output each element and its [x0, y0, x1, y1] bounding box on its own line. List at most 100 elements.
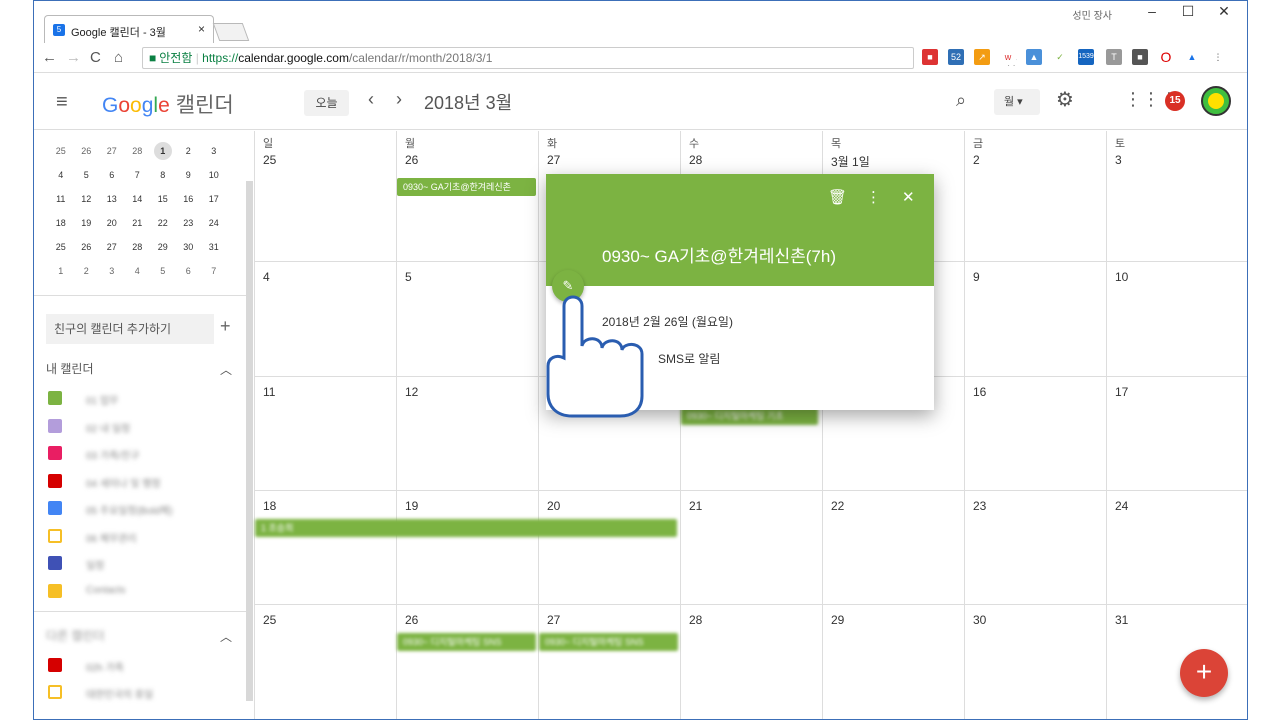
- prev-month-icon[interactable]: ‹: [368, 89, 374, 110]
- add-friend-calendar-input[interactable]: 친구의 캘린더 추가하기: [46, 314, 214, 344]
- day-number[interactable]: 27: [547, 153, 560, 167]
- day-cell[interactable]: 토3: [1106, 131, 1247, 262]
- home-icon[interactable]: ⌂: [114, 49, 123, 66]
- day-number[interactable]: 28: [689, 153, 702, 167]
- my-calendars-header[interactable]: 내 캘린더: [46, 360, 94, 377]
- mini-calendar-day[interactable]: 1: [48, 266, 74, 276]
- mini-calendar-day[interactable]: 11: [48, 194, 74, 204]
- mini-calendar-day[interactable]: 15: [150, 194, 176, 204]
- day-number[interactable]: 27: [547, 613, 560, 627]
- mini-calendar-day[interactable]: 16: [176, 194, 202, 204]
- day-cell[interactable]: 10: [1106, 262, 1247, 377]
- day-number[interactable]: 4: [263, 270, 270, 284]
- day-number[interactable]: 20: [547, 499, 560, 513]
- day-number[interactable]: 2: [973, 153, 980, 167]
- day-cell[interactable]: 9: [964, 262, 1106, 377]
- day-number[interactable]: 22: [831, 499, 844, 513]
- day-cell[interactable]: 30: [964, 605, 1106, 719]
- day-number[interactable]: 23: [973, 499, 986, 513]
- menu-icon[interactable]: ≡: [56, 91, 68, 114]
- day-number[interactable]: 29: [831, 613, 844, 627]
- extension-icon[interactable]: ↗: [974, 49, 990, 65]
- other-calendars-header[interactable]: 다른 캘린더: [46, 627, 105, 644]
- calendar-checkbox[interactable]: [48, 528, 62, 543]
- mini-calendar-day[interactable]: 10: [201, 170, 227, 180]
- day-number[interactable]: 9: [973, 270, 980, 284]
- day-cell[interactable]: 16: [964, 377, 1106, 491]
- day-cell[interactable]: 18: [254, 491, 396, 605]
- day-cell[interactable]: 20: [538, 491, 680, 605]
- mini-calendar-day[interactable]: 24: [201, 218, 227, 228]
- new-tab-button[interactable]: [212, 23, 250, 41]
- mini-calendar-day[interactable]: 28: [125, 242, 151, 252]
- day-cell[interactable]: 금2: [964, 131, 1106, 262]
- mini-calendar-day[interactable]: 5: [150, 266, 176, 276]
- day-cell[interactable]: 21: [680, 491, 822, 605]
- day-cell[interactable]: 4: [254, 262, 396, 377]
- day-cell[interactable]: 19: [396, 491, 538, 605]
- day-cell[interactable]: 26: [396, 605, 538, 719]
- day-number[interactable]: 3: [1115, 153, 1122, 167]
- mini-calendar-day[interactable]: 26: [74, 146, 100, 156]
- event-chip[interactable]: 0930~ GA기초@한겨레신촌: [397, 178, 536, 196]
- close-icon[interactable]: ✕: [902, 188, 915, 206]
- mini-calendar-day[interactable]: 19: [74, 218, 100, 228]
- event-chip[interactable]: 1 조승희: [255, 519, 677, 537]
- day-cell[interactable]: 11: [254, 377, 396, 491]
- create-event-button[interactable]: +: [1180, 649, 1228, 697]
- mini-calendar-day[interactable]: 17: [201, 194, 227, 204]
- add-calendar-plus-icon[interactable]: +: [220, 316, 231, 337]
- day-number[interactable]: 12: [405, 385, 418, 399]
- mini-calendar-day[interactable]: 20: [99, 218, 125, 228]
- day-cell[interactable]: 25: [254, 605, 396, 719]
- day-cell[interactable]: 28: [680, 605, 822, 719]
- mini-calendar-day[interactable]: 29: [150, 242, 176, 252]
- mini-calendar-day[interactable]: 25: [48, 242, 74, 252]
- next-month-icon[interactable]: ›: [396, 89, 402, 110]
- mini-calendar-day[interactable]: 12: [74, 194, 100, 204]
- day-cell[interactable]: 17: [1106, 377, 1247, 491]
- notification-badge[interactable]: 15: [1165, 91, 1185, 111]
- today-button[interactable]: 오늘: [304, 90, 349, 116]
- day-number[interactable]: 28: [689, 613, 702, 627]
- day-cell[interactable]: 일 25: [254, 131, 396, 262]
- day-number[interactable]: 10: [1115, 270, 1128, 284]
- sidebar-scrollbar[interactable]: [246, 181, 253, 701]
- mini-calendar-day[interactable]: 27: [99, 242, 125, 252]
- forward-icon[interactable]: →: [66, 49, 81, 66]
- search-icon[interactable]: ⌕: [956, 90, 966, 111]
- gear-icon[interactable]: ⚙: [1056, 87, 1074, 112]
- day-cell[interactable]: 월 26: [396, 131, 538, 262]
- day-number[interactable]: 5: [405, 270, 412, 284]
- mini-calendar-day[interactable]: 23: [176, 218, 202, 228]
- calendar-checkbox[interactable]: [48, 446, 62, 460]
- mini-calendar-day[interactable]: 14: [125, 194, 151, 204]
- mini-calendar-day[interactable]: 5: [74, 170, 100, 180]
- avatar[interactable]: [1201, 86, 1231, 116]
- mini-calendar-day[interactable]: 25: [48, 146, 74, 156]
- tab-close-icon[interactable]: ×: [198, 22, 205, 36]
- day-cell[interactable]: 5: [396, 262, 538, 377]
- minimize-button[interactable]: –: [1137, 3, 1167, 19]
- mini-calendar-day[interactable]: 21: [125, 218, 151, 228]
- menu-dots-icon[interactable]: ⋮: [1210, 49, 1226, 65]
- day-cell[interactable]: 12: [396, 377, 538, 491]
- mini-calendar-day[interactable]: 27: [99, 146, 125, 156]
- mini-calendar-day[interactable]: 4: [48, 170, 74, 180]
- mini-calendar-day[interactable]: 1: [153, 142, 172, 160]
- mini-calendar-day[interactable]: 2: [176, 146, 202, 156]
- day-number[interactable]: 11: [263, 385, 275, 399]
- mini-calendar-day[interactable]: 30: [176, 242, 202, 252]
- day-cell[interactable]: 23: [964, 491, 1106, 605]
- day-number[interactable]: 3월 1일: [831, 153, 870, 170]
- extension-icon[interactable]: ■: [1132, 49, 1148, 65]
- day-cell[interactable]: 24: [1106, 491, 1247, 605]
- mini-calendar-day[interactable]: 9: [176, 170, 202, 180]
- day-number[interactable]: 18: [263, 499, 276, 513]
- mini-calendar-day[interactable]: 28: [125, 146, 151, 156]
- day-number[interactable]: 24: [1115, 499, 1128, 513]
- day-number[interactable]: 26: [405, 613, 418, 627]
- day-number[interactable]: 21: [689, 499, 702, 513]
- day-number[interactable]: 25: [263, 613, 276, 627]
- day-cell[interactable]: 31: [1106, 605, 1247, 719]
